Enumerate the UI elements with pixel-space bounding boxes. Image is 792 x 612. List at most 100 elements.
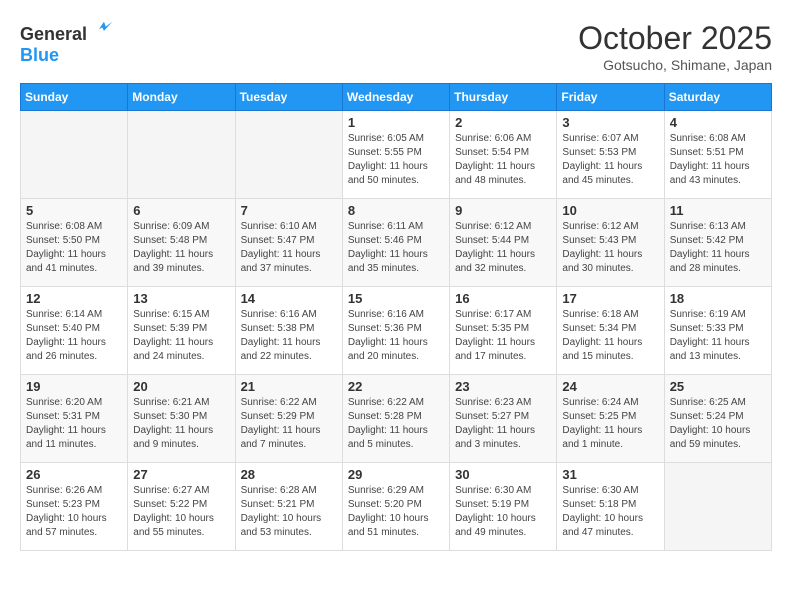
day-info: Sunrise: 6:24 AMSunset: 5:25 PMDaylight:…	[562, 396, 658, 452]
calendar-cell: 14 Sunrise: 6:16 AMSunset: 5:38 PMDayligh…	[235, 287, 342, 375]
day-info: Sunrise: 6:08 AMSunset: 5:51 PMDaylight:…	[670, 132, 766, 188]
calendar-week-row: 19 Sunrise: 6:20 AMSunset: 5:31 PMDayligh…	[21, 375, 772, 463]
day-number: 10	[562, 203, 658, 218]
day-info: Sunrise: 6:15 AMSunset: 5:39 PMDaylight:…	[133, 308, 229, 364]
calendar-cell: 26 Sunrise: 6:26 AMSunset: 5:23 PMDayligh…	[21, 463, 128, 551]
day-info: Sunrise: 6:21 AMSunset: 5:30 PMDaylight:…	[133, 396, 229, 452]
day-number: 20	[133, 379, 229, 394]
day-info: Sunrise: 6:25 AMSunset: 5:24 PMDaylight:…	[670, 396, 766, 452]
calendar-cell: 29 Sunrise: 6:29 AMSunset: 5:20 PMDayligh…	[342, 463, 449, 551]
day-number: 9	[455, 203, 551, 218]
day-number: 14	[241, 291, 337, 306]
day-number: 5	[26, 203, 122, 218]
day-number: 16	[455, 291, 551, 306]
day-number: 17	[562, 291, 658, 306]
logo: General Blue	[20, 20, 114, 64]
calendar-cell: 25 Sunrise: 6:25 AMSunset: 5:24 PMDayligh…	[664, 375, 771, 463]
calendar-cell: 13Sunrise: 6:15 AMSunset: 5:39 PMDayligh…	[128, 287, 235, 375]
calendar-cell	[235, 111, 342, 199]
day-number: 18	[670, 291, 766, 306]
day-info: Sunrise: 6:20 AMSunset: 5:31 PMDaylight:…	[26, 396, 122, 452]
day-info: Sunrise: 6:12 AMSunset: 5:43 PMDaylight:…	[562, 220, 658, 276]
day-number: 31	[562, 467, 658, 482]
calendar-cell: 6Sunrise: 6:09 AMSunset: 5:48 PMDaylight…	[128, 199, 235, 287]
day-number: 8	[348, 203, 444, 218]
day-number: 22	[348, 379, 444, 394]
day-number: 11	[670, 203, 766, 218]
day-info: Sunrise: 6:28 AMSunset: 5:21 PMDaylight:…	[241, 484, 337, 540]
calendar-cell: 31Sunrise: 6:30 AMSunset: 5:18 PMDayligh…	[557, 463, 664, 551]
month-title: October 2025	[578, 20, 772, 57]
day-number: 4	[670, 115, 766, 130]
calendar-cell: 11 Sunrise: 6:13 AMSunset: 5:42 PMDayligh…	[664, 199, 771, 287]
calendar-week-row: 26 Sunrise: 6:26 AMSunset: 5:23 PMDayligh…	[21, 463, 772, 551]
location-subtitle: Gotsucho, Shimane, Japan	[578, 57, 772, 73]
day-info: Sunrise: 6:19 AMSunset: 5:33 PMDaylight:…	[670, 308, 766, 364]
calendar-cell: 16 Sunrise: 6:17 AMSunset: 5:35 PMDayligh…	[450, 287, 557, 375]
day-number: 1	[348, 115, 444, 130]
day-info: Sunrise: 6:14 AMSunset: 5:40 PMDaylight:…	[26, 308, 122, 364]
day-info: Sunrise: 6:29 AMSunset: 5:20 PMDaylight:…	[348, 484, 444, 540]
day-info: Sunrise: 6:05 AMSunset: 5:55 PMDaylight:…	[348, 132, 444, 188]
day-info: Sunrise: 6:09 AMSunset: 5:48 PMDaylight:…	[133, 220, 229, 276]
logo-text-line1: General	[20, 20, 114, 46]
calendar-cell: 2 Sunrise: 6:06 AMSunset: 5:54 PMDaylight…	[450, 111, 557, 199]
day-number: 30	[455, 467, 551, 482]
calendar-week-row: 12 Sunrise: 6:14 AMSunset: 5:40 PMDayligh…	[21, 287, 772, 375]
day-info: Sunrise: 6:16 AMSunset: 5:38 PMDaylight:…	[241, 308, 337, 364]
day-info: Sunrise: 6:13 AMSunset: 5:42 PMDaylight:…	[670, 220, 766, 276]
day-info: Sunrise: 6:07 AMSunset: 5:53 PMDaylight:…	[562, 132, 658, 188]
day-number: 12	[26, 291, 122, 306]
calendar-cell: 19 Sunrise: 6:20 AMSunset: 5:31 PMDayligh…	[21, 375, 128, 463]
day-info: Sunrise: 6:22 AMSunset: 5:28 PMDaylight:…	[348, 396, 444, 452]
logo-text-line2: Blue	[20, 46, 114, 64]
day-info: Sunrise: 6:27 AMSunset: 5:22 PMDaylight:…	[133, 484, 229, 540]
calendar-cell: 5 Sunrise: 6:08 AMSunset: 5:50 PMDaylight…	[21, 199, 128, 287]
day-number: 21	[241, 379, 337, 394]
day-number: 25	[670, 379, 766, 394]
day-info: Sunrise: 6:16 AMSunset: 5:36 PMDaylight:…	[348, 308, 444, 364]
day-number: 26	[26, 467, 122, 482]
calendar-cell: 1 Sunrise: 6:05 AMSunset: 5:55 PMDaylight…	[342, 111, 449, 199]
day-number: 29	[348, 467, 444, 482]
weekday-header-thursday: Thursday	[450, 84, 557, 111]
calendar-week-row: 5 Sunrise: 6:08 AMSunset: 5:50 PMDaylight…	[21, 199, 772, 287]
day-info: Sunrise: 6:18 AMSunset: 5:34 PMDaylight:…	[562, 308, 658, 364]
day-number: 2	[455, 115, 551, 130]
weekday-header-sunday: Sunday	[21, 84, 128, 111]
calendar-cell	[664, 463, 771, 551]
calendar-cell: 3 Sunrise: 6:07 AMSunset: 5:53 PMDaylight…	[557, 111, 664, 199]
day-number: 3	[562, 115, 658, 130]
calendar-cell: 4 Sunrise: 6:08 AMSunset: 5:51 PMDaylight…	[664, 111, 771, 199]
weekday-header-friday: Friday	[557, 84, 664, 111]
day-info: Sunrise: 6:26 AMSunset: 5:23 PMDaylight:…	[26, 484, 122, 540]
day-number: 24	[562, 379, 658, 394]
day-number: 19	[26, 379, 122, 394]
calendar-cell	[21, 111, 128, 199]
calendar-cell: 22 Sunrise: 6:22 AMSunset: 5:28 PMDayligh…	[342, 375, 449, 463]
day-number: 15	[348, 291, 444, 306]
calendar-table: SundayMondayTuesdayWednesdayThursdayFrid…	[20, 83, 772, 551]
day-info: Sunrise: 6:08 AMSunset: 5:50 PMDaylight:…	[26, 220, 122, 276]
calendar-cell: 17 Sunrise: 6:18 AMSunset: 5:34 PMDayligh…	[557, 287, 664, 375]
day-info: Sunrise: 6:11 AMSunset: 5:46 PMDaylight:…	[348, 220, 444, 276]
calendar-cell: 21 Sunrise: 6:22 AMSunset: 5:29 PMDayligh…	[235, 375, 342, 463]
day-number: 7	[241, 203, 337, 218]
calendar-cell: 7Sunrise: 6:10 AMSunset: 5:47 PMDaylight…	[235, 199, 342, 287]
weekday-header-wednesday: Wednesday	[342, 84, 449, 111]
calendar-cell: 10 Sunrise: 6:12 AMSunset: 5:43 PMDayligh…	[557, 199, 664, 287]
calendar-cell	[128, 111, 235, 199]
calendar-cell: 24 Sunrise: 6:24 AMSunset: 5:25 PMDayligh…	[557, 375, 664, 463]
calendar-cell: 9 Sunrise: 6:12 AMSunset: 5:44 PMDaylight…	[450, 199, 557, 287]
calendar-cell: 8 Sunrise: 6:11 AMSunset: 5:46 PMDaylight…	[342, 199, 449, 287]
day-info: Sunrise: 6:22 AMSunset: 5:29 PMDaylight:…	[241, 396, 337, 452]
day-info: Sunrise: 6:06 AMSunset: 5:54 PMDaylight:…	[455, 132, 551, 188]
day-info: Sunrise: 6:12 AMSunset: 5:44 PMDaylight:…	[455, 220, 551, 276]
day-number: 27	[133, 467, 229, 482]
page-header: General Blue October 2025 Gotsucho, Shim…	[20, 20, 772, 73]
calendar-cell: 15 Sunrise: 6:16 AMSunset: 5:36 PMDayligh…	[342, 287, 449, 375]
day-info: Sunrise: 6:17 AMSunset: 5:35 PMDaylight:…	[455, 308, 551, 364]
calendar-week-row: 1 Sunrise: 6:05 AMSunset: 5:55 PMDaylight…	[21, 111, 772, 199]
calendar-cell: 18 Sunrise: 6:19 AMSunset: 5:33 PMDayligh…	[664, 287, 771, 375]
calendar-cell: 23Sunrise: 6:23 AMSunset: 5:27 PMDayligh…	[450, 375, 557, 463]
